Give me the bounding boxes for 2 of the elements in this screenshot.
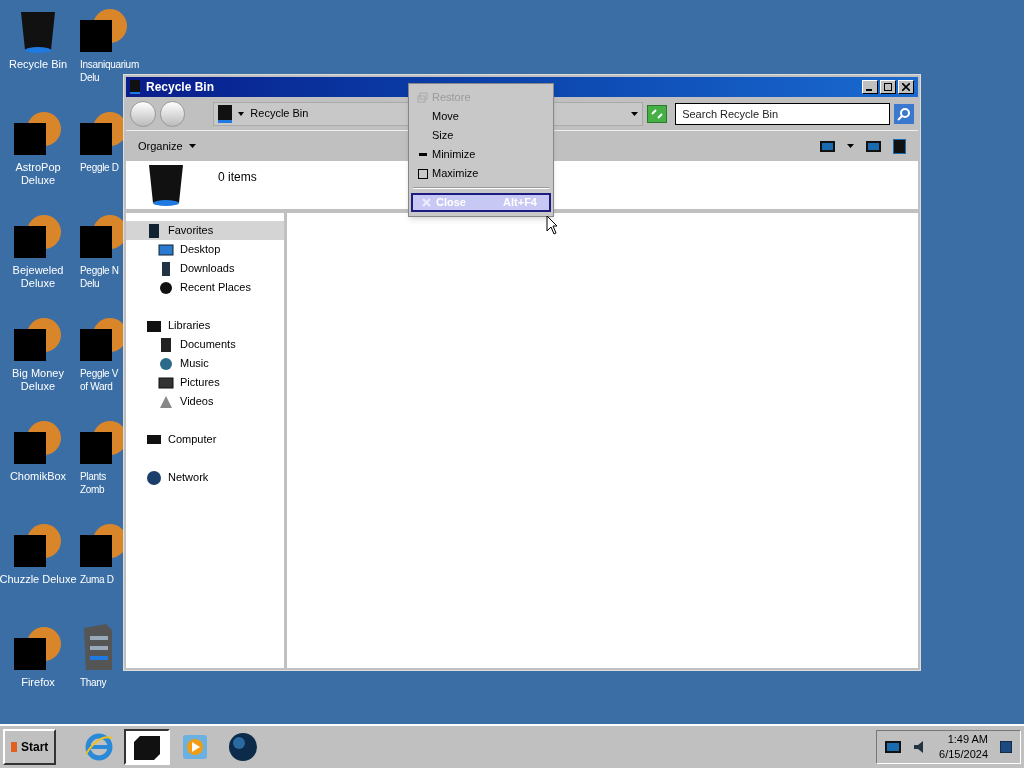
window-title: Recycle Bin bbox=[146, 79, 215, 96]
item-count: 0 items bbox=[218, 169, 257, 186]
